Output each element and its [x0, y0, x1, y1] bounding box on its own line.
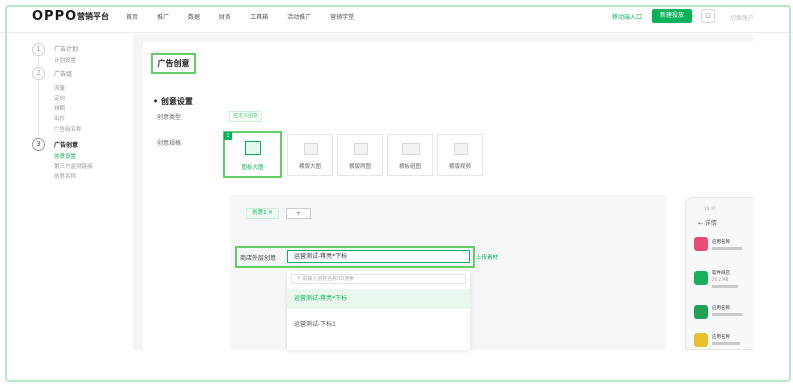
spec-card-label: 横板组图: [398, 164, 421, 170]
store-creative-label: 商店外层创意: [240, 255, 277, 262]
app-name: 应用名称: [712, 240, 730, 245]
store-creative-select[interactable]: 运营测试-蒋亮*下标: [287, 250, 470, 263]
nav-item-promote[interactable]: 推广: [157, 12, 169, 21]
app-placeholder-line: [712, 247, 742, 250]
app-placeholder-line: [712, 285, 738, 288]
sidebar-item-bid[interactable]: 出价: [54, 114, 65, 122]
add-creative-button[interactable]: +: [286, 208, 311, 219]
search-icon: ⚲: [297, 276, 301, 282]
switch-account-link[interactable]: 切换账户: [730, 13, 754, 22]
app-name: 软件商店: [712, 271, 730, 276]
spec-card-label: 横版两图: [348, 164, 371, 170]
sidebar-item-targeting[interactable]: 定向: [54, 94, 65, 102]
nav-item-toolbox[interactable]: 工具箱: [250, 12, 268, 21]
sub-heading: • 创意设置: [153, 97, 193, 106]
custom-creative-button[interactable]: 自定义创意: [229, 111, 262, 122]
upload-material-link[interactable]: 上传素材: [476, 253, 498, 261]
app-placeholder-line: [712, 342, 740, 345]
dropdown-search-input[interactable]: ⚲ 请输入创意名称/ID搜索: [291, 274, 466, 284]
spec-card-horizontal-group[interactable]: 横板组图: [387, 134, 433, 176]
chevron-up-icon[interactable]: ⌃: [461, 251, 466, 258]
step-connector: [38, 56, 39, 66]
screen-icon[interactable]: ⊡: [701, 9, 715, 23]
image-icon: [354, 143, 368, 155]
sidebar-item-traffic[interactable]: 流量: [54, 84, 65, 92]
spec-card-icon-large[interactable]: 1 图标大图: [223, 131, 282, 178]
app-size: 26.2 MB: [712, 277, 729, 282]
main-nav: 首页 推广 数据 财务 工具箱 活动推广 营销学堂: [126, 12, 373, 21]
brand-logo[interactable]: OPPO: [32, 9, 77, 24]
creative-type-label: 创意类型: [157, 114, 182, 121]
sidebar-item-creative-name[interactable]: 创意名称: [54, 172, 76, 180]
spec-card-label: 横版大图: [298, 164, 321, 170]
creative-tab-1[interactable]: 创意1 ✕: [246, 208, 279, 219]
spec-card-horizontal-large[interactable]: 横版大图: [287, 134, 333, 176]
app-icon: [694, 305, 708, 319]
creative-spec-label: 创意规格: [157, 140, 182, 147]
image-icon: [304, 143, 318, 155]
mobile-entry-link[interactable]: 移动端入口: [612, 12, 642, 21]
nav-item-data[interactable]: 数据: [188, 12, 200, 21]
spec-card-label: 图标大图: [241, 165, 264, 171]
top-navigation-bar: OPPO 营销平台 首页 推广 数据 财务 工具箱 活动推广 营销学堂 移动端入…: [0, 0, 793, 33]
nav-item-school[interactable]: 营销学堂: [330, 12, 354, 21]
step-number-1: 1: [32, 43, 45, 56]
dropdown-search-placeholder: 请输入创意名称/ID搜索: [302, 276, 355, 282]
new-campaign-button[interactable]: 新建投放: [652, 9, 692, 23]
sub-heading-text: 创意设置: [160, 97, 193, 106]
nav-item-home[interactable]: 首页: [126, 12, 138, 21]
selected-check-icon: 1: [224, 132, 232, 140]
dropdown-option[interactable]: 运营测试-下标1: [287, 315, 470, 335]
brand-subtitle: 营销平台: [77, 12, 109, 21]
spec-card-horizontal-video[interactable]: 横版视频: [437, 134, 483, 176]
sidebar-step-plan[interactable]: 广告计划: [54, 44, 78, 53]
step-sidebar: [0, 34, 133, 350]
spec-card-horizontal-two[interactable]: 横版两图: [337, 134, 383, 176]
image-group-icon: [402, 143, 420, 155]
nav-item-activity[interactable]: 活动推广: [287, 12, 311, 21]
section-heading: 广告创意: [151, 53, 196, 74]
sidebar-step-creative[interactable]: 广告创意: [54, 140, 78, 149]
sidebar-item-plan-settings[interactable]: 计划设置: [54, 56, 76, 64]
phone-back-header: ← 详情: [698, 220, 717, 227]
app-icon: [694, 237, 708, 251]
sidebar-item-schedule[interactable]: 排期: [54, 104, 65, 112]
phone-status-time: 19:47: [704, 206, 716, 211]
image-icon: [245, 141, 261, 155]
step-number-3: 3: [32, 138, 45, 151]
app-name: 应用名称: [712, 306, 730, 311]
sidebar-item-third-party-tracking[interactable]: 第三方监测链接: [54, 162, 93, 170]
dropdown-option-selected[interactable]: 运营测试-蒋亮*下标: [287, 289, 470, 309]
spec-card-label: 横版视频: [448, 164, 471, 170]
sidebar-item-creative-settings[interactable]: 创意设置: [54, 152, 76, 160]
sidebar-item-adgroup-name[interactable]: 广告组名称: [54, 125, 82, 133]
app-store-icon: [694, 271, 708, 285]
nav-item-finance[interactable]: 财务: [219, 12, 231, 21]
app-icon: [694, 333, 708, 347]
video-icon: [454, 143, 468, 155]
step-number-2: 2: [32, 67, 45, 80]
sidebar-step-adgroup[interactable]: 广告组: [54, 69, 72, 78]
step-connector: [38, 81, 39, 137]
app-placeholder-line: [712, 313, 742, 316]
app-name: 应用名称: [712, 335, 730, 340]
